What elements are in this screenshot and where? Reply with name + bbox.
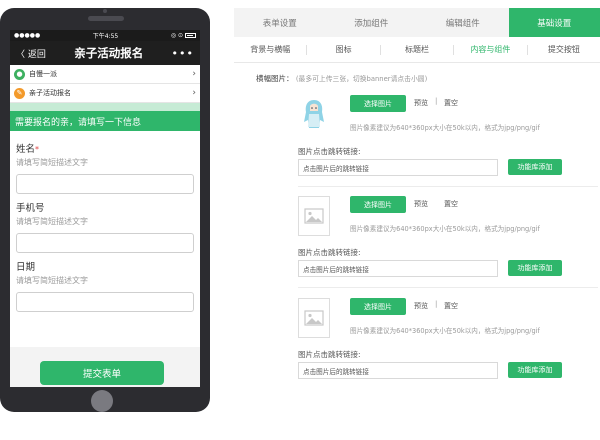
link-input[interactable]: 点击图片后的跳转链接 <box>298 159 498 176</box>
divider <box>298 287 598 288</box>
date-input[interactable] <box>16 292 194 312</box>
banner-hint: (最多可上传三张，切换banner请点击小圆) <box>295 75 428 83</box>
separator: | <box>435 300 438 308</box>
status-icons: ◎ ⊙ <box>170 32 183 39</box>
page-title: 亲子活动报名 <box>74 46 144 60</box>
link-input[interactable]: 点击图片后的跳转链接 <box>298 362 498 379</box>
more-button[interactable]: ••• <box>172 47 194 60</box>
status-bar: ●●●●● 下午4:55 ◎ ⊙ <box>10 30 200 41</box>
tab-edit-component[interactable]: 编辑组件 <box>417 8 509 37</box>
top-tabs: 表单设置 添加组件 编辑组件 基础设置 <box>234 8 600 37</box>
list-item-label: 自慢一派 <box>29 70 57 78</box>
phone-input[interactable] <box>16 233 194 253</box>
field-label-name: 姓名* <box>16 144 40 155</box>
subtab-background-banner[interactable]: 背景与横幅 <box>234 44 308 55</box>
size-hint: 图片像素建议为640*360px大小在50k以内，格式为jpg/png/gif <box>350 327 540 335</box>
size-hint: 图片像素建议为640*360px大小在50k以内，格式为jpg/png/gif <box>350 225 540 233</box>
clear-link[interactable]: 置空 <box>444 301 458 311</box>
signal-icon: ●●●●● <box>14 32 41 39</box>
list-item-label: 亲子活动报名 <box>29 89 71 97</box>
clear-link[interactable]: 置空 <box>444 98 458 108</box>
nav-bar: 〈 返回 亲子活动报名 ••• <box>10 41 200 65</box>
phone-screen: ●●●●● 下午4:55 ◎ ⊙ 〈 返回 亲子活动报名 ••• ● 自慢一派 … <box>10 30 200 387</box>
banner-heading: 横幅图片： (最多可上传三张，切换banner请点击小圆) <box>256 73 427 84</box>
library-add-button[interactable]: 功能库添加 <box>508 362 562 378</box>
select-image-button[interactable]: 选择图片 <box>350 298 406 315</box>
link-label: 图片点击跳转链接: <box>298 350 361 359</box>
link-input[interactable]: 点击图片后的跳转链接 <box>298 260 498 277</box>
banner-thumbnail[interactable] <box>298 298 330 338</box>
preview-link[interactable]: 预览 <box>414 301 428 311</box>
field-desc: 请填写简短描述文字 <box>16 158 88 167</box>
field-desc: 请填写简短描述文字 <box>16 217 88 226</box>
subtab-title-bar[interactable]: 标题栏 <box>381 44 455 55</box>
subtab-submit-button[interactable]: 提交按钮 <box>528 45 600 55</box>
list-item-location[interactable]: ● 自慢一派 › <box>10 65 200 84</box>
subtab-content-components[interactable]: 内容与组件 <box>454 44 528 55</box>
banner-thumbnail[interactable] <box>298 95 330 135</box>
tab-basic-settings[interactable]: 基础设置 <box>508 8 600 37</box>
pencil-icon: ✎ <box>14 87 25 99</box>
separator: | <box>435 97 438 105</box>
sub-tabs: 背景与横幅 图标 标题栏 内容与组件 提交按钮 <box>234 37 600 63</box>
preview-link[interactable]: 预览 <box>414 199 428 209</box>
chevron-right-icon: › <box>192 88 196 98</box>
notice-bar: 需要报名的亲，请填写一下信息 <box>10 111 200 131</box>
link-label: 图片点击跳转链接: <box>298 248 361 257</box>
location-icon: ● <box>14 68 25 80</box>
select-image-button[interactable]: 选择图片 <box>350 95 406 112</box>
field-desc: 请填写简短描述文字 <box>16 276 88 285</box>
tab-form-settings[interactable]: 表单设置 <box>234 8 326 37</box>
banner-thumbnail[interactable] <box>298 196 330 236</box>
banner-block-1: 选择图片 预览 | 置空 图片像素建议为640*360px大小在50k以内，格式… <box>298 95 598 187</box>
phone-preview: ●●●●● 下午4:55 ◎ ⊙ 〈 返回 亲子活动报名 ••• ● 自慢一派 … <box>0 8 210 412</box>
link-label: 图片点击跳转链接: <box>298 147 361 156</box>
status-time: 下午4:55 <box>92 33 119 40</box>
name-input[interactable] <box>16 174 194 194</box>
field-label-date: 日期 <box>16 262 36 273</box>
battery-icon <box>185 33 196 38</box>
preview-link[interactable]: 预览 <box>414 98 428 108</box>
clear-link[interactable]: 置空 <box>444 199 458 209</box>
camera-dot <box>103 9 107 13</box>
submit-button[interactable]: 提交表单 <box>40 361 164 385</box>
home-button[interactable] <box>91 390 113 412</box>
tab-add-component[interactable]: 添加组件 <box>326 8 418 37</box>
select-image-button[interactable]: 选择图片 <box>350 196 406 213</box>
image-placeholder-icon <box>304 208 324 224</box>
phone-speaker <box>88 16 124 21</box>
back-button[interactable]: 〈 返回 <box>16 47 46 60</box>
banner-label: 横幅图片： <box>256 74 294 83</box>
chevron-right-icon: › <box>192 69 196 79</box>
banner-strip <box>10 103 200 111</box>
library-add-button[interactable]: 功能库添加 <box>508 260 562 276</box>
divider <box>298 186 598 187</box>
image-placeholder-icon <box>304 310 324 326</box>
banner-block-3: 选择图片 预览 | 置空 图片像素建议为640*360px大小在50k以内，格式… <box>298 298 598 390</box>
list-item-activity[interactable]: ✎ 亲子活动报名 › <box>10 84 200 103</box>
anime-figure-image <box>304 100 324 128</box>
library-add-button[interactable]: 功能库添加 <box>508 159 562 175</box>
required-mark: * <box>35 145 40 154</box>
submit-bar: 提交表单 <box>10 361 200 387</box>
banner-block-2: 选择图片 预览 置空 图片像素建议为640*360px大小在50k以内，格式为j… <box>298 196 598 288</box>
field-label-phone: 手机号 <box>16 203 45 214</box>
signup-form: 姓名* 请填写简短描述文字 手机号 请填写简短描述文字 日期 请填写简短描述文字 <box>10 131 200 347</box>
size-hint: 图片像素建议为640*360px大小在50k以内，格式为jpg/png/gif <box>350 124 540 132</box>
subtab-icon[interactable]: 图标 <box>307 44 381 55</box>
